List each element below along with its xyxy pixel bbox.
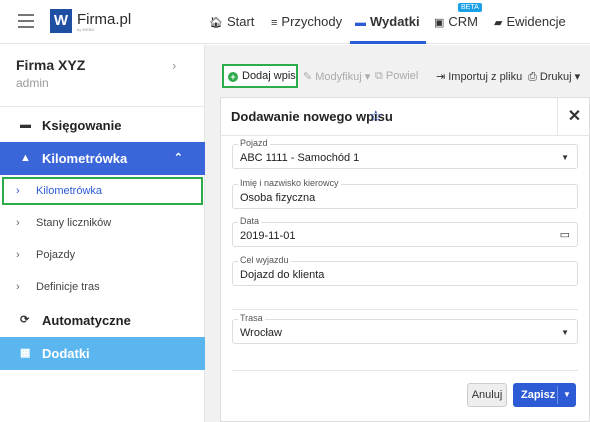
sidebar-sub-definicje-tras[interactable]: › Definicje tras bbox=[0, 271, 205, 303]
field-label: Cel wyjazdu bbox=[238, 255, 291, 265]
field-value: Dojazd do klienta bbox=[240, 269, 325, 281]
chevron-right-icon: › bbox=[16, 249, 20, 261]
add-entry-dialog: Dodawanie nowego wpisu ☆ ✕ Pojazd ABC 11… bbox=[220, 97, 590, 422]
chevron-right-icon[interactable]: › bbox=[172, 58, 176, 73]
divider bbox=[232, 309, 578, 310]
refresh-icon: ⟳ bbox=[20, 314, 30, 326]
active-tab-indicator bbox=[350, 41, 426, 44]
calendar-icon[interactable]: ▭ bbox=[560, 228, 570, 241]
user-role: admin bbox=[16, 76, 49, 90]
highlight-box bbox=[2, 177, 203, 205]
logo-text: Firma.pl bbox=[77, 11, 132, 28]
plus-circle-icon: + bbox=[228, 72, 238, 82]
caret-down-icon: ▼ bbox=[561, 328, 569, 337]
logo-mark: W bbox=[50, 9, 72, 33]
save-button[interactable]: Zapisz ▼ bbox=[513, 383, 576, 407]
chevron-right-icon: › bbox=[16, 217, 20, 229]
star-icon[interactable]: ☆ bbox=[369, 107, 382, 125]
grid-icon: ▦ bbox=[20, 347, 31, 359]
chevron-right-icon: › bbox=[16, 281, 20, 293]
divider bbox=[232, 370, 578, 371]
sidebar-item-dodatki[interactable]: ▦ Dodatki bbox=[0, 337, 205, 370]
company-name[interactable]: Firma XYZ bbox=[16, 57, 85, 73]
vehicle-select[interactable]: Pojazd ABC 1111 - Samochód 1 ▼ bbox=[232, 138, 578, 169]
cancel-button[interactable]: Anuluj bbox=[467, 383, 507, 407]
field-label: Pojazd bbox=[238, 138, 270, 148]
route-select[interactable]: Trasa Wrocław ▼ bbox=[232, 313, 578, 344]
save-label: Zapisz bbox=[521, 389, 556, 401]
duplicate-button[interactable]: ⧉ Powiel bbox=[375, 70, 418, 83]
beta-badge: BETA bbox=[458, 3, 482, 12]
field-value: Osoba fizyczna bbox=[240, 192, 316, 204]
nav-wydatki[interactable]: ▬ Wydatki bbox=[355, 14, 420, 29]
chevron-down-icon: ▾ bbox=[364, 71, 371, 83]
nav-start[interactable]: 🏠︎ Start bbox=[209, 14, 254, 29]
divider bbox=[0, 106, 205, 107]
field-value: 2019-11-01 bbox=[240, 230, 296, 242]
sidebar-sub-stany-licznikow[interactable]: › Stany liczników bbox=[0, 207, 205, 239]
home-icon: 🏠︎ bbox=[209, 17, 223, 29]
contact-icon: ▣ bbox=[434, 17, 445, 29]
sidebar-sub-pojazdy[interactable]: › Pojazdy bbox=[0, 239, 205, 271]
book-icon: ▬ bbox=[20, 119, 31, 131]
nav-crm[interactable]: ▣ CRM bbox=[434, 14, 478, 29]
copy-icon: ⧉ bbox=[375, 70, 383, 82]
modify-button[interactable]: ✎ Modyfikuj ▾ bbox=[303, 70, 370, 83]
field-value: Wrocław bbox=[240, 327, 282, 339]
wallet-icon: ▬ bbox=[355, 17, 366, 29]
sidebar-item-automatyczne[interactable]: ⟳ Automatyczne bbox=[0, 304, 205, 337]
button-separator bbox=[557, 386, 558, 404]
menu-icon[interactable] bbox=[18, 14, 34, 28]
field-label: Imię i nazwisko kierowcy bbox=[238, 178, 341, 188]
nav-przychody[interactable]: ≡ Przychody bbox=[271, 14, 342, 29]
top-bar: W Firma.pl by WEBD 🏠︎ Start ≡ Przychody ▬ W… bbox=[0, 0, 590, 44]
main-content: + Dodaj wpis ✎ Modyfikuj ▾ ⧉ Powiel ⇥ Import… bbox=[205, 45, 590, 422]
caret-down-icon[interactable]: ▼ bbox=[563, 390, 571, 399]
date-field[interactable]: Data 2019-11-01 ▭ bbox=[232, 216, 578, 247]
import-icon: ⇥ bbox=[436, 71, 446, 83]
print-icon: ⎙ bbox=[528, 71, 537, 83]
trip-purpose-field[interactable]: Cel wyjazdu Dojazd do klienta bbox=[232, 255, 578, 286]
folder-icon: ▰ bbox=[494, 17, 503, 29]
logo-subtext: by WEBD bbox=[77, 27, 95, 32]
coins-icon: ≡ bbox=[271, 17, 278, 29]
close-button[interactable]: ✕ bbox=[557, 98, 590, 136]
edit-icon: ✎ bbox=[303, 71, 313, 83]
chevron-down-icon: ▾ bbox=[574, 71, 581, 83]
sidebar-item-ksiegowanie[interactable]: ▬ Księgowanie bbox=[0, 109, 205, 142]
field-value: ABC 1111 - Samochód 1 bbox=[240, 152, 360, 164]
road-icon: ▲ bbox=[20, 152, 31, 164]
driver-name-field[interactable]: Imię i nazwisko kierowcy Osoba fizyczna bbox=[232, 178, 578, 209]
add-entry-button[interactable]: + Dodaj wpis bbox=[222, 64, 298, 88]
sidebar: Firma XYZ admin › ▬ Księgowanie ▲ Kilome… bbox=[0, 45, 205, 422]
nav-ewidencje[interactable]: ▰ Ewidencje bbox=[494, 14, 566, 29]
close-icon: ✕ bbox=[567, 108, 582, 125]
dialog-header: Dodawanie nowego wpisu ☆ ✕ bbox=[221, 98, 590, 136]
print-button[interactable]: ⎙ Drukuj ▾ bbox=[528, 70, 580, 84]
field-label: Data bbox=[238, 216, 262, 226]
sidebar-item-kilometrowka[interactable]: ▲ Kilometrówka ⌃ bbox=[0, 142, 205, 175]
caret-down-icon: ▼ bbox=[561, 153, 569, 162]
field-label: Trasa bbox=[238, 313, 265, 323]
import-button[interactable]: ⇥ Importuj z pliku bbox=[436, 70, 522, 83]
chevron-up-icon: ⌃ bbox=[173, 152, 183, 164]
